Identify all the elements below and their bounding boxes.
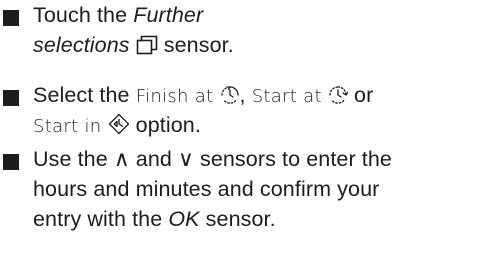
step-2-line-2: Start in option. — [33, 112, 201, 140]
step-3-text-line-3-post: sensor. — [199, 207, 276, 231]
step-3-line-2: hours and minutes and confirm your — [33, 176, 379, 203]
step-2-line-1: Select the Finish at , Start at or — [33, 82, 373, 110]
step-1-line-1: Touch the Further — [33, 2, 203, 29]
step-3-line-1: Use the ∧ and ∨ sensors to enter the — [33, 146, 392, 173]
step-3-text-post: sensors to enter the — [193, 147, 392, 171]
further-selections-icon — [136, 35, 158, 55]
ok-sensor-label: OK — [168, 207, 200, 231]
step-1-text-pre: Touch the — [33, 3, 134, 27]
step-3-text-line-2: hours and minutes and confirm your — [33, 177, 380, 201]
step-1-further: Further — [133, 3, 204, 27]
start-at-icon — [328, 85, 348, 105]
step-2-sep-2: or — [347, 83, 374, 107]
bullet-square — [3, 154, 19, 170]
step-3-text-pre: Use the — [33, 147, 114, 171]
start-in-icon — [108, 113, 130, 135]
up-sensor-icon: ∧ — [113, 147, 130, 171]
step-1-text-post: sensor. — [157, 33, 234, 57]
step-3-text-line-3-pre: entry with the — [33, 207, 169, 231]
down-sensor-icon: ∨ — [178, 147, 194, 171]
option-start-at: Start at — [251, 86, 322, 107]
step-1-line-2: selections sensor. — [33, 32, 234, 59]
step-1-selections: selections — [33, 33, 130, 57]
step-3-line-3: entry with the OK sensor. — [33, 206, 276, 233]
bullet-square — [3, 90, 19, 106]
bullet-square — [3, 10, 19, 26]
step-3-and: and — [129, 147, 179, 171]
finish-at-icon — [220, 85, 240, 105]
step-2-sep-1: , — [239, 83, 252, 107]
option-finish-at: Finish at — [135, 86, 214, 107]
step-2-text-pre: Select the — [33, 83, 136, 107]
option-start-in: Start in — [33, 116, 102, 137]
step-2-text-post: option. — [129, 113, 201, 137]
